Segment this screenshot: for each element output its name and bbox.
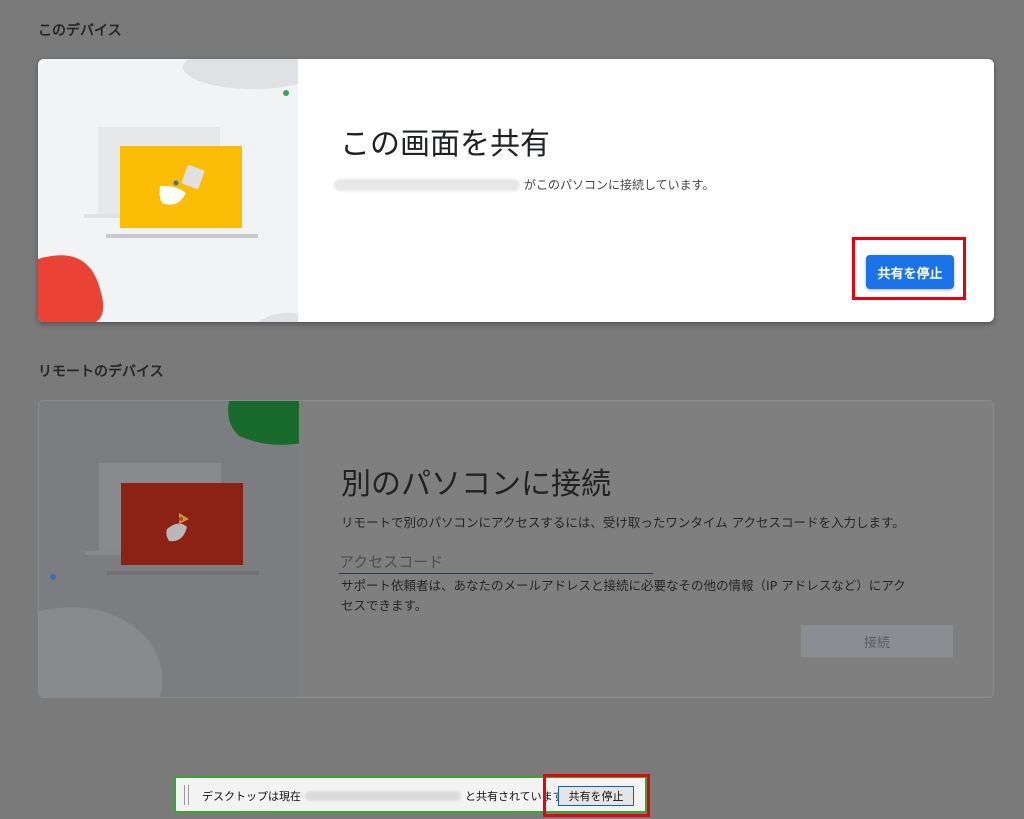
- sharing-text-prefix: デスクトップは現在: [202, 790, 301, 803]
- remote-device-section-title: リモートのデバイス: [38, 364, 164, 380]
- share-illustration: [38, 59, 298, 322]
- sharing-notification-bar: デスクトップは現在 と共有されています。 共有を停止: [174, 776, 647, 813]
- connect-remote-title: 別のパソコンに接続: [341, 467, 611, 502]
- laptop-share-illustration: [38, 59, 298, 322]
- connect-button[interactable]: 接続: [801, 625, 953, 657]
- redacted-email: [334, 178, 520, 191]
- share-screen-title: この画面を共有: [340, 127, 550, 162]
- remote-illustration: [39, 401, 299, 697]
- sharing-notification-text: デスクトップは現在 と共有されています。: [202, 788, 574, 804]
- access-code-input[interactable]: [339, 551, 653, 574]
- connection-status-text: がこのパソコンに接続しています。: [524, 178, 715, 192]
- redacted-email: [305, 791, 461, 801]
- this-device-section-title: このデバイス: [38, 23, 122, 39]
- connect-remote-card: 別のパソコンに接続 リモートで別のパソコンにアクセスするには、受け取ったワンタイ…: [38, 400, 994, 698]
- privacy-helper-line1: サポート依頼者は、あなたのメールアドレスと接続に必要なその他の情報（IP アドレ…: [341, 578, 906, 593]
- drag-handle-icon[interactable]: [184, 785, 189, 805]
- stop-sharing-button[interactable]: 共有を停止: [866, 255, 954, 289]
- laptop-remote-illustration: [39, 401, 299, 697]
- connection-status: がこのパソコンに接続しています。: [334, 176, 714, 193]
- privacy-helper-line2: セスできます。: [341, 598, 428, 613]
- share-screen-card: この画面を共有 がこのパソコンに接続しています。 共有を停止: [38, 59, 994, 322]
- connect-description: リモートで別のパソコンにアクセスするには、受け取ったワンタイム アクセスコードを…: [341, 515, 905, 530]
- bar-stop-sharing-button[interactable]: 共有を停止: [558, 786, 634, 806]
